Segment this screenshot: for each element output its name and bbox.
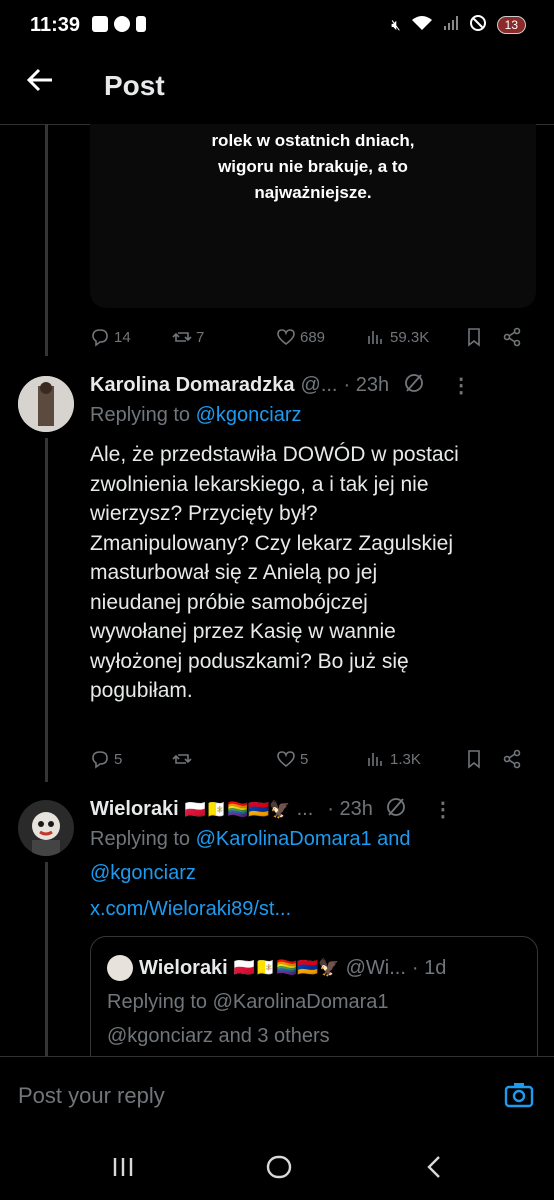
status-bar: 11:39 🔇︎ 13 [0,0,554,52]
share-icon [503,749,521,769]
repost-icon [172,332,192,342]
replying-user-link[interactable]: @KarolinaDomara1 and [196,828,411,850]
quoted-replying-line: @kgonciarz and 3 others [107,1025,330,1047]
thread-line [45,124,48,356]
reply-icon [92,329,108,347]
home-icon[interactable] [266,1154,292,1187]
post-text: Ale, że przedstawiła DOWÓD w postaci zwo… [90,443,459,702]
recent-apps-icon[interactable] [110,1154,136,1187]
heart-icon [277,751,295,768]
replying-label: Replying to [90,828,191,850]
back-arrow-icon[interactable] [26,66,54,102]
back-icon[interactable] [424,1154,444,1187]
grok-icon[interactable] [403,372,425,399]
repost-button[interactable] [172,749,276,769]
bookmark-button[interactable] [464,327,502,347]
share-icon [503,327,521,347]
bookmark-icon [468,750,480,769]
reply-input[interactable]: Post your reply [18,1083,165,1109]
reply-count: 14 [114,328,131,346]
mute-icon: 🔇︎ [391,16,401,34]
replying-to: Replying to @kgonciarz [90,404,302,427]
wifi-icon [411,15,433,35]
share-button[interactable] [502,327,522,347]
quoted-author-handle: @Wi... [345,956,406,979]
messenger-icon [114,16,130,32]
views-icon [368,331,382,344]
reply-button[interactable]: 14 [90,327,172,347]
repost-count: 7 [196,328,205,346]
gallery-icon [92,16,108,32]
quoted-replying-line: Replying to @KarolinaDomara1 [107,991,389,1013]
alert-icon [136,16,146,32]
status-notification-icons [92,16,146,32]
quoted-avatar [107,955,133,981]
author-flags: 🇵🇱🇻🇦🏳️‍🌈🇦🇲🦅 [184,799,291,819]
status-right: 🔇︎ 13 [391,14,526,36]
post-time[interactable]: · 23h [344,374,390,397]
views-button[interactable]: 1.3K [366,749,464,769]
bookmark-icon [468,328,480,347]
repost-button[interactable]: 7 [172,327,276,347]
signal-icon [443,15,459,35]
like-count: 5 [300,750,309,768]
like-count: 689 [300,328,326,346]
reply-icon [92,751,108,769]
heart-icon [277,329,295,346]
replying-user-link[interactable]: @kgonciarz [196,404,302,426]
media-caption: rolek w ostatnich dniach, wigoru nie bra… [211,131,415,202]
post-time[interactable]: · 23h [327,798,373,821]
do-not-disturb-icon [469,14,487,36]
views-button[interactable]: 59.3K [366,327,464,347]
author-name[interactable]: Wieloraki [90,798,179,821]
thread-line [45,862,48,1058]
repost-icon [172,754,192,764]
quoted-author-flags: 🇵🇱🇻🇦🏳️‍🌈🇦🇲🦅 [233,958,340,977]
media-card[interactable]: rolek w ostatnich dniach, wigoru nie bra… [90,124,536,308]
replying-to: Replying to @KarolinaDomara1 and [90,828,411,851]
post-link[interactable]: x.com/Wieloraki89/st... [90,898,291,921]
quoted-post-time: · 1d [411,956,447,979]
author-handle[interactable]: ... [297,798,314,821]
post-header: Karolina Domaradzka @... · 23h ⋮ [90,372,530,399]
post-header: Wieloraki 🇵🇱🇻🇦🏳️‍🌈🇦🇲🦅 ... · 23h ⋮ [90,796,530,823]
page-title: Post [104,70,165,101]
views-count: 59.3K [390,328,430,346]
like-button[interactable]: 689 [276,327,366,347]
camera-icon[interactable] [504,1081,534,1114]
bookmark-button[interactable] [464,749,502,769]
more-options-icon[interactable]: ⋮ [433,797,453,822]
thread-line [45,438,48,782]
reply-button[interactable]: 5 [90,749,172,769]
views-icon [368,753,382,766]
author-handle[interactable]: @... [301,374,338,397]
status-time: 11:39 [30,14,81,36]
share-button[interactable] [502,749,522,769]
replying-user-link[interactable]: @kgonciarz [90,862,196,885]
views-count: 1.3K [390,750,421,768]
reply-count: 5 [114,750,123,768]
author-name[interactable]: Karolina Domaradzka [90,374,295,397]
quoted-post-header: Wieloraki 🇵🇱🇻🇦🏳️‍🌈🇦🇲🦅 @Wi... · 1d [107,955,446,981]
battery-indicator: 13 [496,16,526,34]
post-actions: 5 5 1.3K [90,746,530,772]
quoted-author-name: Wieloraki [139,956,228,979]
avatar[interactable] [18,800,74,856]
reply-composer[interactable]: Post your reply [0,1056,554,1141]
post-actions: 14 7 689 59.3K [90,324,530,350]
avatar[interactable] [18,376,74,432]
more-options-icon[interactable]: ⋮ [451,373,471,398]
top-app-bar: Post [0,52,554,125]
system-nav-bar [0,1140,554,1200]
like-button[interactable]: 5 [276,749,366,769]
replying-label: Replying to [90,404,191,426]
grok-icon[interactable] [385,796,407,823]
